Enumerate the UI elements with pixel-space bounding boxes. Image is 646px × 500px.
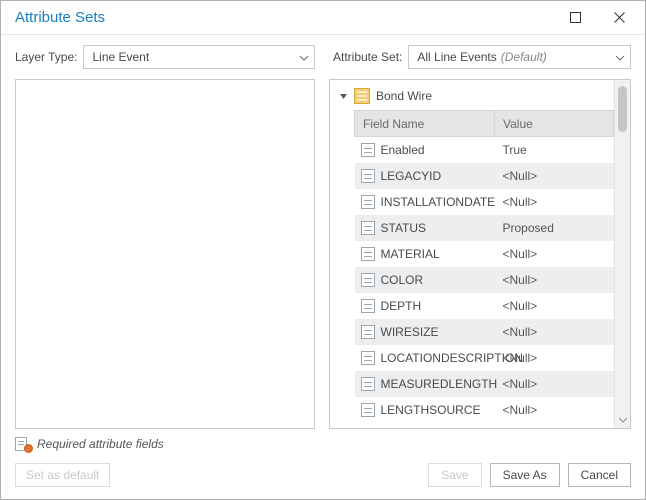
field-value-cell[interactable]: <Null> (495, 345, 614, 371)
window-controls (553, 1, 641, 34)
field-name-text: MEASUREDLENGTH (381, 377, 498, 391)
col-value[interactable]: Value (495, 111, 614, 137)
field-name-text: COLOR (381, 273, 424, 287)
field-name-text: LENGTHSOURCE (381, 403, 481, 417)
attribute-set-value: All Line Events (417, 50, 496, 64)
save-button[interactable]: Save (428, 463, 481, 487)
layer-type-value: Line Event (92, 50, 149, 64)
table-row[interactable]: LEGACYID <Null> (355, 163, 614, 189)
field-name-cell: LEGACYID (355, 163, 495, 189)
table-row[interactable]: Enabled True (355, 137, 614, 164)
chevron-down-icon (616, 50, 624, 64)
field-icon (361, 351, 375, 365)
attribute-set-label: Attribute Set: (333, 50, 402, 64)
col-field-name[interactable]: Field Name (355, 111, 495, 137)
field-value-cell[interactable]: <Null> (495, 241, 614, 267)
table-row[interactable]: DEPTH <Null> (355, 293, 614, 319)
field-icon (361, 273, 375, 287)
collapse-icon[interactable] (338, 89, 348, 103)
required-fields-note: Required attribute fields (15, 429, 631, 463)
button-bar: Set as default Save Save As Cancel (15, 463, 631, 487)
field-icon (361, 299, 375, 313)
tree-root-label: Bond Wire (376, 89, 432, 103)
set-default-button[interactable]: Set as default (15, 463, 110, 487)
table-row[interactable]: STATUS Proposed (355, 215, 614, 241)
chevron-down-icon (300, 50, 308, 64)
table-row[interactable]: COLOR <Null> (355, 267, 614, 293)
field-value-cell[interactable]: <Null> (495, 371, 614, 397)
layer-icon (354, 88, 370, 104)
attribute-set-combo[interactable]: All Line Events (Default) (408, 45, 631, 69)
field-value-cell[interactable]: Proposed (495, 215, 614, 241)
attribute-set-suffix: (Default) (501, 50, 547, 64)
required-fields-icon (15, 437, 31, 451)
scroll-down-icon[interactable] (615, 412, 630, 428)
required-fields-label: Required attribute fields (37, 437, 164, 451)
content-area: Layer Type: Line Event Attribute Set: Al… (1, 35, 645, 499)
field-icon (361, 169, 375, 183)
tree-root-row[interactable]: Bond Wire (336, 86, 614, 110)
field-value-cell[interactable]: True (495, 137, 614, 164)
titlebar: Attribute Sets (1, 1, 645, 35)
table-row[interactable]: INSTALLATIONDATE<Null> (355, 189, 614, 215)
layer-type-label: Layer Type: (15, 50, 77, 64)
field-name-text: STATUS (381, 221, 427, 235)
field-name-cell: STATUS (355, 215, 495, 241)
field-value-cell[interactable]: <Null> (495, 397, 614, 423)
field-name-cell: DEPTH (355, 293, 495, 319)
left-pane[interactable] (15, 79, 315, 429)
attribute-tree[interactable]: Bond Wire Field Name Value EnabledTrueLE… (330, 80, 614, 428)
panes: Bond Wire Field Name Value EnabledTrueLE… (15, 79, 631, 429)
field-name-text: MATERIAL (381, 247, 440, 261)
attribute-sets-dialog: Attribute Sets Layer Type: Line Event (0, 0, 646, 500)
field-name-text: Enabled (381, 143, 425, 157)
field-name-cell: INSTALLATIONDATE (355, 189, 495, 215)
scrollbar-thumb[interactable] (618, 86, 627, 132)
attribute-set-group: Attribute Set: All Line Events (Default) (333, 45, 631, 69)
field-name-text: DEPTH (381, 299, 422, 313)
field-value-cell[interactable]: <Null> (495, 189, 614, 215)
field-name-cell: Enabled (355, 137, 495, 163)
field-value-cell[interactable]: <Null> (495, 267, 614, 293)
field-name-cell: LENGTHSOURCE (355, 397, 495, 423)
field-name-cell: MEASUREDLENGTH (355, 371, 495, 397)
table-row[interactable]: MATERIAL <Null> (355, 241, 614, 267)
cancel-button[interactable]: Cancel (568, 463, 631, 487)
field-icon (361, 403, 375, 417)
table-row[interactable]: WIRESIZE <Null> (355, 319, 614, 345)
attribute-grid: Field Name Value Enabled True LEGACYID <Nul… (354, 110, 614, 423)
layer-type-group: Layer Type: Line Event (15, 45, 315, 69)
close-button[interactable] (597, 1, 641, 34)
maximize-button[interactable] (553, 1, 597, 34)
field-name-text: LOCATIONDESCRIPTION (381, 351, 523, 365)
dialog-title: Attribute Sets (15, 9, 553, 26)
table-row[interactable]: LOCATIONDESCRIPTION<Null> (355, 345, 614, 371)
field-icon (361, 143, 375, 157)
field-icon (361, 247, 375, 261)
save-as-button[interactable]: Save As (490, 463, 560, 487)
right-pane: Bond Wire Field Name Value EnabledTrueLE… (329, 79, 631, 429)
field-value-cell[interactable]: <Null> (495, 163, 614, 189)
filter-row: Layer Type: Line Event Attribute Set: Al… (15, 45, 631, 69)
field-icon (361, 377, 375, 391)
field-icon (361, 325, 375, 339)
field-value-cell[interactable]: <Null> (495, 319, 614, 345)
field-name-cell: COLOR (355, 267, 495, 293)
field-name-text: WIRESIZE (381, 325, 439, 339)
table-row[interactable]: MEASUREDLENGTH<Null> (355, 371, 614, 397)
field-name-text: LEGACYID (381, 169, 442, 183)
field-name-cell: MATERIAL (355, 241, 495, 267)
field-name-text: INSTALLATIONDATE (381, 195, 496, 209)
vertical-scrollbar[interactable] (614, 80, 630, 428)
field-icon (361, 221, 375, 235)
table-row[interactable]: LENGTHSOURCE <Null> (355, 397, 614, 423)
field-name-cell: WIRESIZE (355, 319, 495, 345)
field-icon (361, 195, 375, 209)
field-value-cell[interactable]: <Null> (495, 293, 614, 319)
field-name-cell: LOCATIONDESCRIPTION (355, 345, 495, 371)
layer-type-combo[interactable]: Line Event (83, 45, 315, 69)
